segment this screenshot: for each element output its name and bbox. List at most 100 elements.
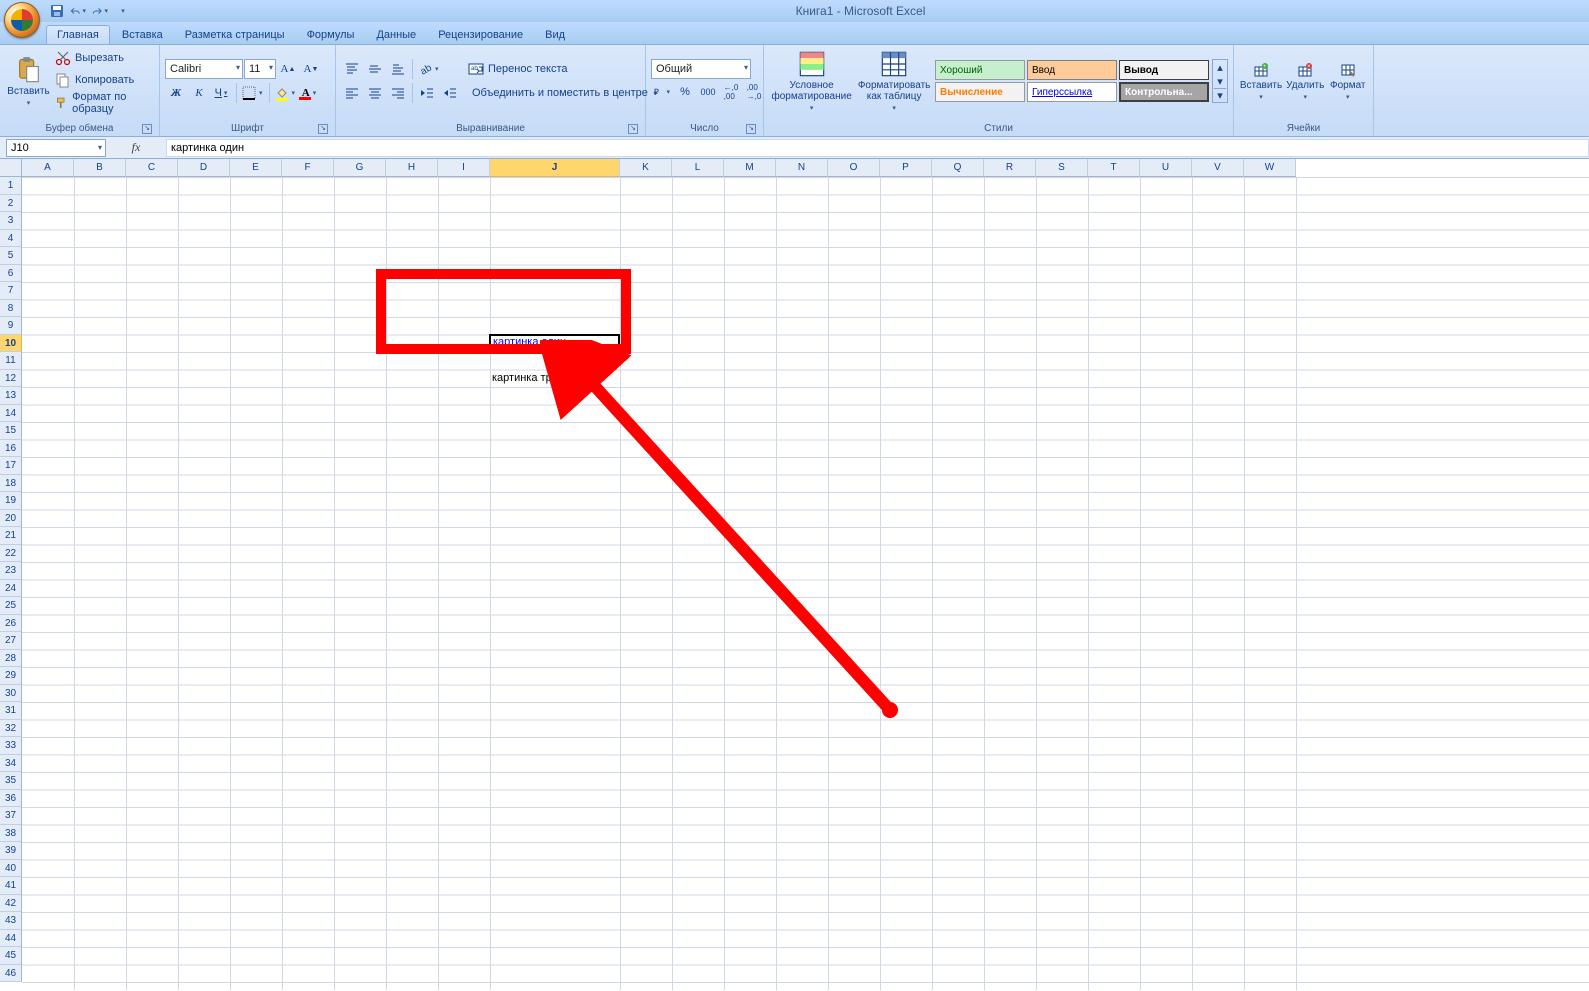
- undo-icon[interactable]: ▾: [70, 2, 88, 20]
- column-header-K[interactable]: K: [620, 159, 672, 177]
- currency-button[interactable]: ₽▾: [651, 81, 673, 103]
- row-header-21[interactable]: 21: [0, 527, 22, 545]
- copy-button[interactable]: Копировать: [54, 70, 154, 90]
- row-header-19[interactable]: 19: [0, 492, 22, 510]
- row-header-22[interactable]: 22: [0, 545, 22, 563]
- align-right-icon[interactable]: [387, 82, 409, 104]
- tab-home[interactable]: Главная: [46, 25, 110, 44]
- column-header-B[interactable]: B: [74, 159, 126, 177]
- tab-insert[interactable]: Вставка: [112, 26, 173, 44]
- row-header-36[interactable]: 36: [0, 790, 22, 808]
- column-header-C[interactable]: C: [126, 159, 178, 177]
- column-header-M[interactable]: M: [724, 159, 776, 177]
- redo-icon[interactable]: ▾: [92, 2, 110, 20]
- orientation-icon[interactable]: ab▾: [416, 58, 442, 80]
- style-calc[interactable]: Вычисление: [935, 82, 1025, 102]
- style-check[interactable]: Контрольна...: [1119, 82, 1209, 102]
- column-header-U[interactable]: U: [1140, 159, 1192, 177]
- percent-button[interactable]: %: [674, 81, 696, 103]
- underline-button[interactable]: Ч▾: [211, 82, 233, 104]
- increase-indent-icon[interactable]: [439, 82, 461, 104]
- column-header-T[interactable]: T: [1088, 159, 1140, 177]
- row-header-34[interactable]: 34: [0, 755, 22, 773]
- row-header-33[interactable]: 33: [0, 737, 22, 755]
- row-header-5[interactable]: 5: [0, 247, 22, 265]
- row-header-23[interactable]: 23: [0, 562, 22, 580]
- row-header-35[interactable]: 35: [0, 772, 22, 790]
- column-header-I[interactable]: I: [438, 159, 490, 177]
- row-header-2[interactable]: 2: [0, 195, 22, 213]
- column-header-L[interactable]: L: [672, 159, 724, 177]
- tab-view[interactable]: Вид: [535, 26, 575, 44]
- row-header-8[interactable]: 8: [0, 300, 22, 318]
- row-header-25[interactable]: 25: [0, 597, 22, 615]
- bold-button[interactable]: Ж: [165, 82, 187, 104]
- align-top-icon[interactable]: [341, 58, 363, 80]
- format-cells-button[interactable]: Формат▾: [1328, 48, 1369, 114]
- styles-gallery[interactable]: Хороший Ввод Вывод Вычисление Гиперссылк…: [934, 59, 1210, 103]
- decrease-decimal-icon[interactable]: ,00→,0: [743, 81, 765, 103]
- row-header-15[interactable]: 15: [0, 422, 22, 440]
- fx-icon[interactable]: fx: [132, 140, 141, 155]
- row-header-14[interactable]: 14: [0, 405, 22, 423]
- column-header-E[interactable]: E: [230, 159, 282, 177]
- font-size-select[interactable]: 11: [244, 59, 276, 79]
- column-header-W[interactable]: W: [1244, 159, 1296, 177]
- row-header-43[interactable]: 43: [0, 912, 22, 930]
- row-header-10[interactable]: 10: [0, 335, 22, 353]
- delete-cells-button[interactable]: × Удалить▾: [1285, 48, 1326, 114]
- select-all-corner[interactable]: [0, 159, 22, 177]
- style-good[interactable]: Хороший: [935, 60, 1025, 80]
- styles-scroll-down-icon[interactable]: ▾: [1213, 74, 1227, 88]
- row-header-32[interactable]: 32: [0, 720, 22, 738]
- column-header-Q[interactable]: Q: [932, 159, 984, 177]
- row-header-30[interactable]: 30: [0, 685, 22, 703]
- style-input[interactable]: Ввод: [1027, 60, 1117, 80]
- row-header-7[interactable]: 7: [0, 282, 22, 300]
- row-header-18[interactable]: 18: [0, 475, 22, 493]
- column-header-O[interactable]: O: [828, 159, 880, 177]
- row-header-39[interactable]: 39: [0, 842, 22, 860]
- style-output[interactable]: Вывод: [1119, 60, 1209, 80]
- tab-data[interactable]: Данные: [366, 26, 426, 44]
- column-header-A[interactable]: A: [22, 159, 74, 177]
- row-header-20[interactable]: 20: [0, 510, 22, 528]
- row-header-44[interactable]: 44: [0, 930, 22, 948]
- name-box[interactable]: J10: [6, 139, 106, 157]
- row-header-38[interactable]: 38: [0, 825, 22, 843]
- row-header-41[interactable]: 41: [0, 877, 22, 895]
- row-header-27[interactable]: 27: [0, 632, 22, 650]
- row-header-40[interactable]: 40: [0, 860, 22, 878]
- qat-customize-icon[interactable]: ▾: [114, 2, 132, 20]
- row-header-46[interactable]: 46: [0, 965, 22, 983]
- row-header-26[interactable]: 26: [0, 615, 22, 633]
- row-header-3[interactable]: 3: [0, 212, 22, 230]
- row-header-29[interactable]: 29: [0, 667, 22, 685]
- row-header-17[interactable]: 17: [0, 457, 22, 475]
- row-header-11[interactable]: 11: [0, 352, 22, 370]
- align-middle-icon[interactable]: [364, 58, 386, 80]
- column-header-J[interactable]: J: [490, 159, 620, 177]
- font-color-button[interactable]: A▾: [299, 82, 321, 104]
- column-header-D[interactable]: D: [178, 159, 230, 177]
- row-header-9[interactable]: 9: [0, 317, 22, 335]
- tab-formulas[interactable]: Формулы: [297, 26, 365, 44]
- tab-pagelayout[interactable]: Разметка страницы: [175, 26, 295, 44]
- row-header-42[interactable]: 42: [0, 895, 22, 913]
- insert-cells-button[interactable]: + Вставить▾: [1239, 48, 1283, 114]
- styles-more-icon[interactable]: ▾: [1213, 88, 1227, 102]
- formula-input[interactable]: картинка один: [166, 139, 1589, 157]
- column-header-H[interactable]: H: [386, 159, 438, 177]
- row-header-16[interactable]: 16: [0, 440, 22, 458]
- decrease-font-icon[interactable]: A▼: [300, 58, 322, 80]
- row-header-13[interactable]: 13: [0, 387, 22, 405]
- format-painter-button[interactable]: Формат по образцу: [54, 92, 154, 114]
- row-header-37[interactable]: 37: [0, 807, 22, 825]
- styles-scroll-up-icon[interactable]: ▴: [1213, 60, 1227, 74]
- border-button[interactable]: ▾: [240, 82, 266, 104]
- number-format-select[interactable]: Общий: [651, 59, 751, 79]
- wrap-text-button[interactable]: ab Перенос текста: [467, 58, 657, 80]
- number-launcher-icon[interactable]: ↘: [746, 124, 756, 134]
- increase-font-icon[interactable]: A▲: [277, 58, 299, 80]
- comma-button[interactable]: 000: [697, 81, 719, 103]
